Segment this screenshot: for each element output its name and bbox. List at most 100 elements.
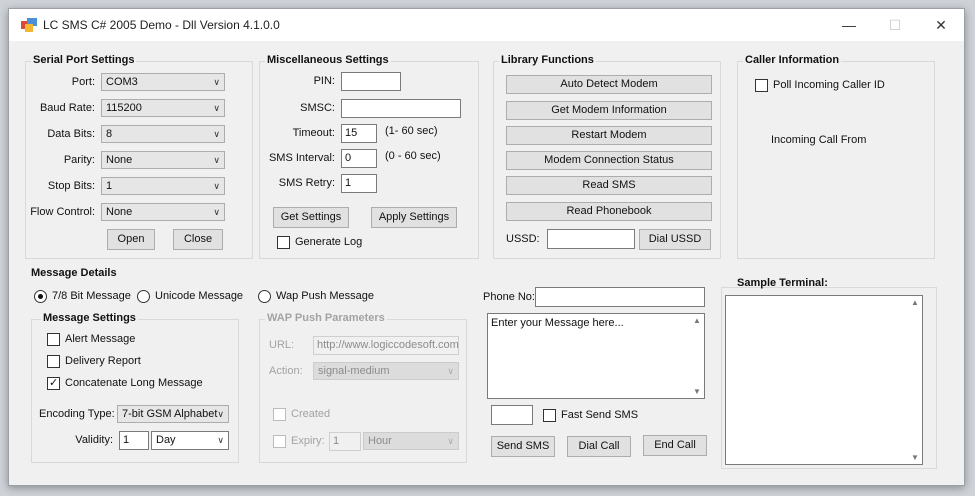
minimize-button[interactable]: — — [826, 9, 872, 41]
baud-rate-select[interactable]: 115200 ∨ — [101, 99, 225, 117]
wap-expiry-unit-select[interactable]: Hour ∨ — [363, 432, 459, 450]
radio-78bit[interactable] — [34, 290, 47, 303]
scroll-up-icon[interactable]: ▲ — [693, 316, 701, 325]
pin-label: PIN: — [313, 75, 335, 87]
dial-ussd-button[interactable]: Dial USSD — [639, 229, 711, 250]
phone-no-label: Phone No: — [483, 291, 535, 303]
title-bar[interactable]: LC SMS C# 2005 Demo - Dll Version 4.1.0.… — [9, 9, 964, 41]
chevron-down-icon: ∨ — [447, 366, 454, 376]
sample-terminal-title: Sample Terminal: — [737, 277, 828, 289]
fast-send-label: Fast Send SMS — [561, 409, 639, 421]
serial-port-title: Serial Port Settings — [31, 54, 137, 66]
fast-send-checkbox[interactable] — [543, 409, 556, 422]
radio-wap-push[interactable] — [258, 290, 271, 303]
concatenate-checkbox[interactable]: ✓ — [47, 377, 60, 390]
scroll-down-icon[interactable]: ▼ — [911, 453, 919, 462]
validity-input[interactable]: 1 — [119, 431, 149, 450]
wap-action-label: Action: — [269, 365, 303, 377]
port-select[interactable]: COM3 ∨ — [101, 73, 225, 91]
radio-wap-push-label: Wap Push Message — [276, 290, 375, 302]
generate-log-checkbox[interactable] — [277, 236, 290, 249]
flow-control-select[interactable]: None ∨ — [101, 203, 225, 221]
wap-expiry-checkbox[interactable] — [273, 435, 286, 448]
library-functions-title: Library Functions — [499, 54, 596, 66]
baud-rate-label: Baud Rate: — [39, 102, 95, 114]
wap-action-select[interactable]: signal-medium ∨ — [313, 362, 459, 380]
parity-label: Parity: — [63, 154, 95, 166]
delivery-report-checkbox[interactable] — [47, 355, 60, 368]
delivery-report-label: Delivery Report — [65, 355, 141, 367]
caller-information-title: Caller Information — [743, 54, 842, 66]
encoding-type-select[interactable]: 7-bit GSM Alphabet ∨ — [117, 405, 229, 423]
sample-terminal-textarea[interactable]: ▲ ▼ — [725, 295, 923, 465]
wap-url-input[interactable]: http://www.logiccodesoft.com — [313, 336, 459, 355]
read-sms-button[interactable]: Read SMS — [506, 176, 712, 195]
wap-expiry-label: Expiry: — [291, 435, 325, 447]
radio-unicode[interactable] — [137, 290, 150, 303]
validity-unit-select[interactable]: Day ∨ — [151, 431, 229, 450]
timeout-input[interactable]: 15 — [341, 124, 377, 143]
stop-bits-select[interactable]: 1 ∨ — [101, 177, 225, 195]
message-scrollbar[interactable]: ▲ ▼ — [690, 314, 704, 398]
alert-message-checkbox[interactable] — [47, 333, 60, 346]
end-call-button[interactable]: End Call — [643, 435, 707, 456]
timeout-hint: (1- 60 sec) — [385, 125, 438, 137]
ussd-input[interactable] — [547, 229, 635, 249]
chevron-down-icon: ∨ — [213, 129, 220, 139]
dial-call-button[interactable]: Dial Call — [567, 436, 631, 457]
pin-input[interactable] — [341, 72, 401, 91]
sms-interval-label: SMS Interval: — [268, 152, 335, 164]
sms-retry-input[interactable]: 1 — [341, 174, 377, 193]
send-sms-button[interactable]: Send SMS — [491, 436, 555, 457]
validity-label: Validity: — [75, 434, 113, 446]
ussd-label: USSD: — [506, 233, 540, 245]
parity-select[interactable]: None ∨ — [101, 151, 225, 169]
scroll-up-icon[interactable]: ▲ — [911, 298, 919, 307]
poll-caller-id-checkbox[interactable] — [755, 79, 768, 92]
smsc-input[interactable] — [341, 99, 461, 118]
chevron-down-icon: ∨ — [213, 103, 220, 113]
scroll-down-icon[interactable]: ▼ — [693, 387, 701, 396]
sms-interval-input[interactable]: 0 — [341, 149, 377, 168]
get-modem-info-button[interactable]: Get Modem Information — [506, 101, 712, 120]
encoding-type-label: Encoding Type: — [39, 408, 115, 420]
fast-send-count-input[interactable] — [491, 405, 533, 425]
window-title: LC SMS C# 2005 Demo - Dll Version 4.1.0.… — [43, 18, 280, 32]
phone-no-input[interactable] — [535, 287, 705, 307]
wap-url-label: URL: — [269, 339, 295, 351]
chevron-down-icon: ∨ — [217, 409, 224, 419]
wap-expiry-input[interactable]: 1 — [329, 432, 361, 451]
restart-modem-button[interactable]: Restart Modem — [506, 126, 712, 145]
maximize-button: ☐ — [888, 17, 902, 33]
close-window-button[interactable]: ✕ — [918, 9, 964, 41]
message-settings-title: Message Settings — [41, 312, 138, 324]
incoming-call-label: Incoming Call From — [771, 134, 867, 146]
terminal-scrollbar[interactable]: ▲ ▼ — [908, 296, 922, 464]
auto-detect-modem-button[interactable]: Auto Detect Modem — [506, 75, 712, 94]
read-phonebook-button[interactable]: Read Phonebook — [506, 202, 712, 221]
sms-interval-hint: (0 - 60 sec) — [385, 150, 441, 162]
poll-caller-id-label: Poll Incoming Caller ID — [773, 79, 885, 91]
misc-settings-title: Miscellaneous Settings — [265, 54, 391, 66]
main-window: LC SMS C# 2005 Demo - Dll Version 4.1.0.… — [8, 8, 965, 486]
flow-control-label: Flow Control: — [30, 206, 95, 218]
concatenate-label: Concatenate Long Message — [65, 377, 203, 389]
apply-settings-button[interactable]: Apply Settings — [371, 207, 457, 228]
close-port-button[interactable]: Close — [173, 229, 223, 250]
data-bits-select[interactable]: 8 ∨ — [101, 125, 225, 143]
message-textarea[interactable]: Enter your Message here... ▲ ▼ — [487, 313, 705, 399]
get-settings-button[interactable]: Get Settings — [273, 207, 349, 228]
chevron-down-icon: ∨ — [213, 207, 220, 217]
wap-created-checkbox[interactable] — [273, 408, 286, 421]
message-placeholder: Enter your Message here... — [491, 317, 624, 329]
radio-unicode-label: Unicode Message — [155, 290, 244, 302]
chevron-down-icon: ∨ — [213, 155, 220, 165]
alert-message-label: Alert Message — [65, 333, 136, 345]
wap-push-title: WAP Push Parameters — [265, 312, 387, 324]
wap-created-label: Created — [291, 408, 331, 420]
chevron-down-icon: ∨ — [213, 77, 220, 87]
open-port-button[interactable]: Open — [107, 229, 155, 250]
generate-log-label: Generate Log — [295, 236, 363, 248]
modem-connection-status-button[interactable]: Modem Connection Status — [506, 151, 712, 170]
chevron-down-icon: ∨ — [217, 435, 224, 445]
